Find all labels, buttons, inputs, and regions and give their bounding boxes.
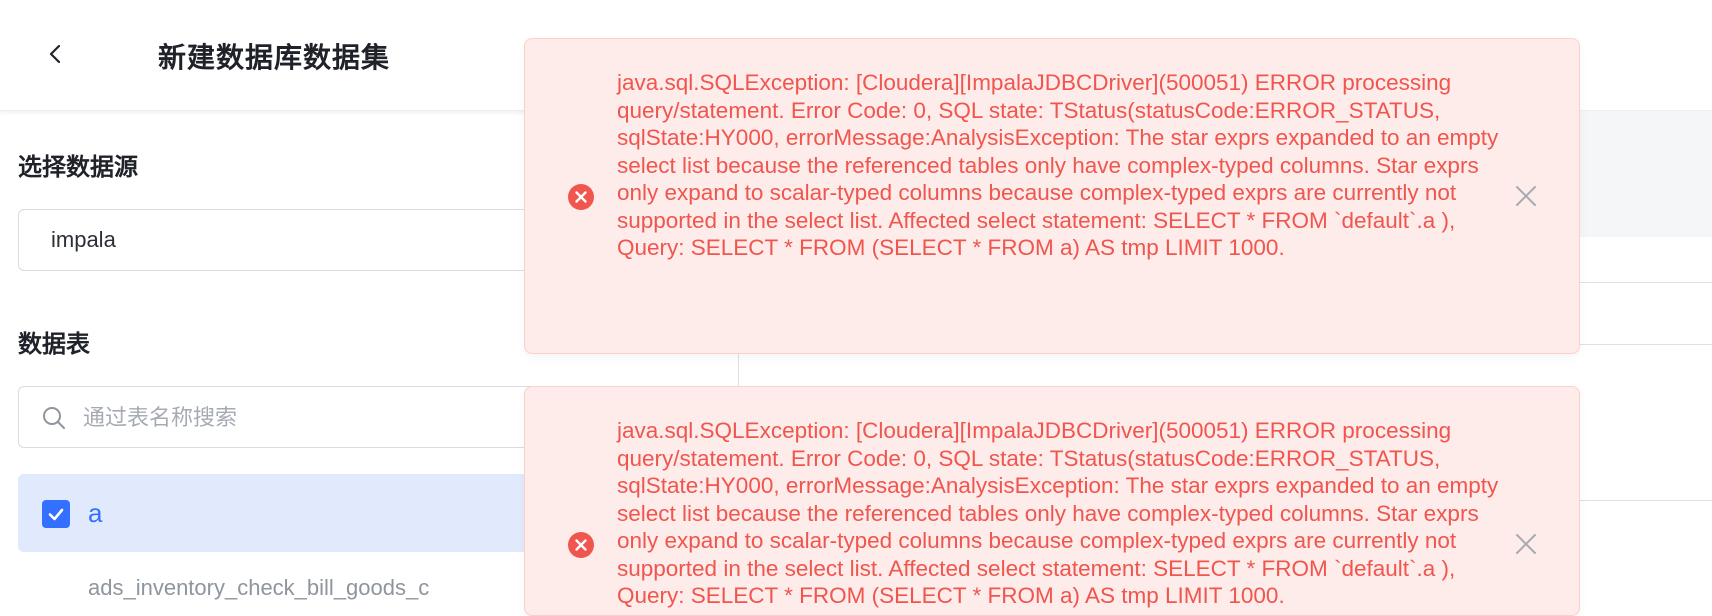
preview-row-line — [1580, 282, 1712, 283]
close-icon[interactable] — [1513, 183, 1539, 209]
tables-label: 数据表 — [18, 330, 90, 358]
datasource-label: 选择数据源 — [18, 153, 138, 181]
preview-row-line — [1580, 500, 1712, 501]
checkmark-icon — [48, 508, 64, 521]
chevron-left-icon — [49, 44, 61, 64]
error-circle-icon — [568, 532, 594, 558]
datasource-selected-value: impala — [51, 227, 116, 252]
table-item-label: a — [88, 498, 103, 528]
table-item-checkbox[interactable] — [42, 500, 70, 528]
close-icon[interactable] — [1513, 531, 1539, 557]
back-button[interactable] — [36, 34, 76, 74]
search-icon — [43, 407, 65, 429]
error-message: java.sql.SQLException: [Cloudera][Impala… — [617, 418, 1499, 608]
error-toast: java.sql.SQLException: [Cloudera][Impala… — [524, 38, 1580, 354]
preview-row-line — [1580, 344, 1712, 345]
table-list-item[interactable]: ads_inventory_check_bill_goods_c — [88, 575, 429, 601]
error-toast: java.sql.SQLException: [Cloudera][Impala… — [524, 386, 1580, 616]
error-circle-icon — [568, 184, 594, 210]
error-message: java.sql.SQLException: [Cloudera][Impala… — [617, 70, 1499, 260]
page-title: 新建数据库数据集 — [158, 41, 391, 74]
